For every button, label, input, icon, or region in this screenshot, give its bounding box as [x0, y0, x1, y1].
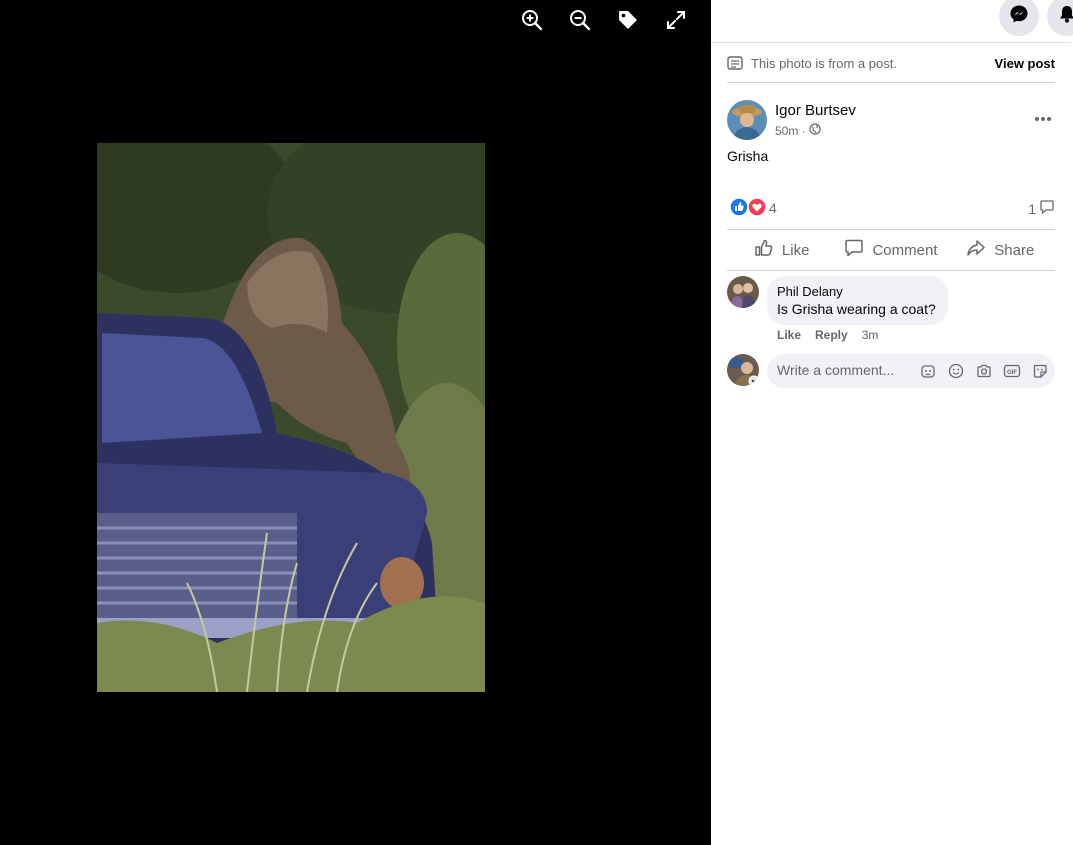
composer-icons: GIF: [919, 362, 1049, 380]
author-name[interactable]: Igor Burtsev: [775, 102, 856, 119]
post-actions: Like Comment Share: [727, 229, 1055, 271]
share-button[interactable]: Share: [946, 230, 1055, 270]
comment-button[interactable]: Comment: [836, 230, 945, 270]
more-options-button[interactable]: [1029, 106, 1057, 130]
messenger-button[interactable]: [999, 0, 1039, 36]
zoom-in-icon[interactable]: [515, 8, 549, 32]
comment-bubble-icon: [1039, 199, 1055, 218]
notifications-button[interactable]: [1047, 0, 1073, 36]
reaction-count: 4: [769, 200, 777, 216]
comment-like-button[interactable]: Like: [777, 328, 801, 342]
post-meta: 50m ·: [775, 123, 821, 138]
svg-text:GIF: GIF: [1007, 370, 1017, 376]
comment-bubble: Phil Delany Is Grisha wearing a coat?: [767, 276, 948, 325]
like-label: Like: [781, 241, 810, 259]
viewer-toolbar: [515, 8, 693, 32]
current-user-avatar[interactable]: [727, 354, 759, 386]
post-panel: This photo is from a post. View post Igo…: [711, 0, 1073, 845]
zoom-out-icon[interactable]: [563, 8, 597, 32]
post-photo: [97, 143, 485, 692]
avatar-sticker-icon[interactable]: [919, 362, 937, 380]
top-bar: [711, 0, 1073, 43]
post-author: Igor Burtsev 50m ·: [727, 100, 1057, 140]
comment-input[interactable]: Write a comment... GIF: [767, 354, 1055, 388]
comment-count-link[interactable]: 1: [1028, 199, 1055, 218]
like-button[interactable]: Like: [727, 230, 836, 270]
comment-icon: [844, 238, 864, 262]
more-icon: [1034, 109, 1052, 127]
like-reaction-icon: [729, 197, 749, 222]
emoji-icon[interactable]: [947, 362, 965, 380]
comment-composer: Write a comment... GIF: [727, 354, 1057, 388]
tag-icon[interactable]: [611, 8, 645, 32]
globe-icon: [809, 123, 821, 138]
love-reaction-icon: [747, 197, 767, 222]
share-label: Share: [994, 241, 1035, 259]
post-caption: Grisha: [727, 148, 769, 164]
thumbs-up-icon: [754, 238, 774, 262]
notifications-icon: [1057, 4, 1073, 29]
commenter-name[interactable]: Phil Delany: [777, 284, 936, 299]
messenger-icon: [1009, 4, 1029, 29]
photo-viewer: [0, 0, 711, 845]
reactions-summary[interactable]: 4 1: [727, 197, 1055, 219]
post-time[interactable]: 50m ·: [775, 124, 806, 138]
post-icon: [727, 56, 743, 73]
view-post-link[interactable]: View post: [995, 56, 1055, 71]
comment-placeholder: Write a comment...: [777, 362, 895, 378]
comment-time[interactable]: 3m: [862, 328, 879, 342]
fullscreen-icon[interactable]: [659, 8, 693, 32]
comment-label: Comment: [872, 241, 938, 259]
share-icon: [966, 238, 986, 262]
sticker-icon[interactable]: [1031, 362, 1049, 380]
photo-from-post-notice: This photo is from a post. View post: [727, 54, 1055, 83]
camera-icon[interactable]: [975, 362, 993, 380]
gif-icon[interactable]: GIF: [1003, 362, 1021, 380]
commenter-avatar[interactable]: [727, 276, 759, 308]
comment-reply-button[interactable]: Reply: [815, 328, 848, 342]
avatar[interactable]: [727, 100, 767, 140]
comment-actions: Like Reply 3m: [777, 328, 878, 342]
comment-count: 1: [1028, 200, 1036, 217]
comment-text: Is Grisha wearing a coat?: [777, 301, 936, 317]
notice-text: This photo is from a post.: [751, 56, 897, 71]
